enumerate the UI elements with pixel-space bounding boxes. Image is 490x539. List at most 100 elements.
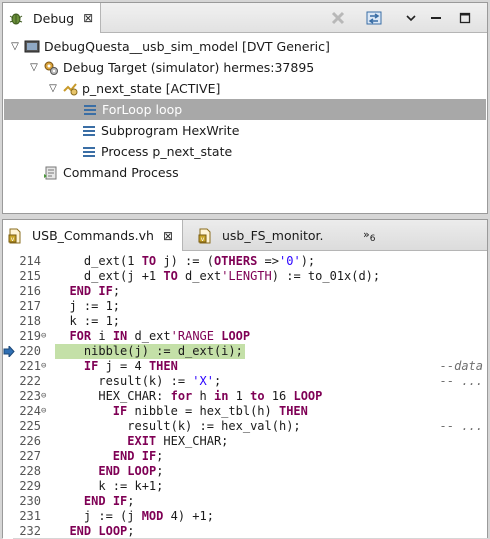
svg-text:v: v (201, 236, 205, 243)
code-line[interactable]: 217 j := 1; (3, 299, 487, 314)
code-text: j := 1; (55, 299, 121, 313)
line-number: 216 (19, 284, 41, 298)
step-filter-icon (366, 11, 382, 25)
tree-item-label: Command Process (63, 165, 179, 180)
current-instruction-line[interactable]: 220 nibble(j) := d_ext(i); (3, 344, 487, 359)
tree-item[interactable]: Command Process (3, 162, 487, 183)
more-tabs-button[interactable]: »6 (363, 228, 375, 244)
code-text: IF j = 4 THEN (83, 359, 178, 373)
debug-tab[interactable]: Debug ⊠ (3, 3, 101, 33)
minimize-view-button[interactable] (426, 9, 446, 27)
code-text: END LOOP; (98, 464, 164, 478)
maximize-icon (459, 12, 471, 24)
tree-item[interactable]: Process p_next_state (3, 141, 487, 162)
line-number: 217 (19, 299, 41, 313)
tree-item[interactable]: Subprogram HexWrite (3, 120, 487, 141)
code-text: END IF; (112, 449, 164, 463)
chevron-double-right-icon: » (363, 228, 370, 241)
code-text: END IF; (69, 284, 121, 298)
tree-item[interactable]: ▽ Debug Target (simulator) hermes:37895 (3, 57, 487, 78)
line-number: 225 (19, 419, 41, 433)
line-number: 232 (19, 524, 41, 538)
debug-target-icon (43, 60, 59, 76)
code-comment: --data (439, 359, 483, 373)
code-text: HEX_CHAR: for h in 1 to 16 LOOP (55, 389, 323, 403)
remove-all-icon (331, 11, 345, 25)
fold-collapse-icon[interactable]: ⊖ (41, 389, 51, 404)
line-number: 221 (19, 359, 41, 373)
code-line[interactable]: 229 k := k+1; (3, 479, 487, 494)
tree-item[interactable]: ▽ DebugQuesta__usb_sim_model [DVT Generic… (3, 36, 487, 57)
code-editor[interactable]: 214 d_ext(1 TO j) := (OTHERS =>'0'); 215 … (3, 254, 487, 539)
line-number: 222 (19, 374, 41, 388)
code-text: j := (j MOD 4) +1; (55, 509, 214, 523)
toggle-step-filters-button[interactable] (364, 9, 384, 27)
line-number: 215 (19, 269, 41, 283)
line-number: 218 (19, 314, 41, 328)
fold-collapse-icon[interactable]: ⊖ (41, 359, 51, 374)
close-tab-icon[interactable]: ⊠ (83, 11, 93, 25)
code-comment: -- ... (439, 419, 483, 433)
view-menu-button[interactable] (401, 9, 421, 27)
code-line[interactable]: 215 d_ext(j +1 TO d_ext'LENGTH) := to_01… (3, 269, 487, 284)
tree-item-label: ForLoop loop (102, 102, 183, 117)
expand-toggle-icon[interactable]: ▽ (47, 83, 59, 94)
code-line[interactable]: 225 result(k) := hex_val(h); -- ... (3, 419, 487, 434)
code-line[interactable]: 218 k := 1; (3, 314, 487, 329)
code-line[interactable]: 228 END LOOP; (3, 464, 487, 479)
expand-toggle-icon[interactable]: ▽ (9, 41, 21, 52)
line-number: 214 (19, 254, 41, 268)
tree-item-label: Subprogram HexWrite (101, 123, 240, 138)
editor-tab-label: usb_FS_monitor. (222, 228, 324, 243)
tree-item-label: Process p_next_state (101, 144, 233, 159)
code-text: FOR i IN d_ext'RANGE LOOP (69, 329, 251, 343)
code-text: END IF; (83, 494, 135, 508)
maximize-view-button[interactable] (455, 9, 475, 27)
code-line[interactable]: 216 END IF; (3, 284, 487, 299)
code-line[interactable]: 230 END IF; (3, 494, 487, 509)
code-text: EXIT HEX_CHAR; (127, 434, 229, 448)
code-line[interactable]: 221 ⊖ IF j = 4 THEN --data (3, 359, 487, 374)
code-line[interactable]: 214 d_ext(1 TO j) := (OTHERS =>'0'); (3, 254, 487, 269)
fold-collapse-icon[interactable]: ⊖ (41, 404, 51, 419)
expand-toggle-icon[interactable]: ▽ (28, 62, 40, 73)
line-number: 223 (19, 389, 41, 403)
code-line[interactable]: 232 END LOOP; (3, 524, 487, 539)
line-number: 231 (19, 509, 41, 523)
fold-collapse-icon[interactable]: ⊖ (41, 329, 51, 344)
tree-item[interactable]: ForLoop loop (4, 99, 486, 120)
editor-tab-usb-commands[interactable]: v USB_Commands.vh ⊠ (3, 220, 183, 251)
code-text: IF nibble = hex_tbl(h) THEN (112, 404, 308, 418)
debug-view-tabbar: Debug ⊠ (3, 3, 487, 33)
line-number: 224 (19, 404, 41, 418)
editor-tab-usb-fs-monitor[interactable]: v usb_FS_monitor. (193, 220, 353, 251)
code-text: d_ext(j +1 TO d_ext'LENGTH) := to_01x(d)… (55, 269, 381, 283)
code-line[interactable]: 226 EXIT HEX_CHAR; (3, 434, 487, 449)
close-tab-icon[interactable]: ⊠ (163, 229, 173, 243)
code-line[interactable]: 224 ⊖ IF nibble = hex_tbl(h) THEN (3, 404, 487, 419)
line-number: 229 (19, 479, 41, 493)
debug-view: Debug ⊠ ▽ DebugQuesta__usb_sim_model [DV… (2, 2, 488, 214)
stack-frame-icon (81, 123, 97, 139)
code-text: d_ext(1 TO j) := (OTHERS =>'0'); (55, 254, 316, 268)
code-line[interactable]: 231 j := (j MOD 4) +1; (3, 509, 487, 524)
line-number: 228 (19, 464, 41, 478)
code-text: result(k) := 'X'; (55, 374, 222, 388)
code-text: k := k+1; (55, 479, 164, 493)
code-line[interactable]: 222 result(k) := 'X'; -- ... (3, 374, 487, 389)
hidden-tabs-count: 6 (369, 234, 376, 245)
debug-tab-label: Debug (33, 10, 75, 26)
code-text: k := 1; (55, 314, 121, 328)
tree-item-label: Debug Target (simulator) hermes:37895 (63, 60, 315, 75)
code-line[interactable]: 223 ⊖ HEX_CHAR: for h in 1 to 16 LOOP (3, 389, 487, 404)
tree-item[interactable]: ▽ p_next_state [ACTIVE] (3, 78, 487, 99)
editor-view: v USB_Commands.vh ⊠ v usb_FS_monitor. »6… (2, 219, 488, 539)
chevron-down-icon (406, 15, 416, 22)
process-thread-icon (62, 81, 78, 97)
line-number: 226 (19, 434, 41, 448)
code-line[interactable]: 219 ⊖ FOR i IN d_ext'RANGE LOOP (3, 329, 487, 344)
code-text: result(k) := hex_val(h); (55, 419, 301, 433)
code-line[interactable]: 227 END IF; (3, 449, 487, 464)
remove-terminated-button[interactable] (328, 9, 348, 27)
line-number: 230 (19, 494, 41, 508)
